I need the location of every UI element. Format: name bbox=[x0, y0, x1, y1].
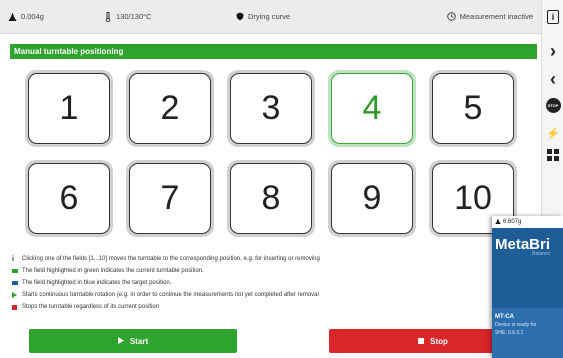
drying-curve-status[interactable]: Drying curve bbox=[204, 12, 322, 21]
position-label: 6 bbox=[28, 163, 110, 234]
panel-title: Manual turntable positioning bbox=[10, 44, 537, 59]
legend-start-text: Starts continuous turntable rotation (e.… bbox=[22, 292, 319, 298]
position-label: 1 bbox=[28, 73, 110, 144]
weight-value: 0.004g bbox=[21, 12, 44, 21]
clock-icon bbox=[446, 12, 456, 21]
stop-small-icon bbox=[12, 304, 22, 310]
card-status-line-2: SHE: 0.6.3.1 bbox=[495, 330, 524, 336]
chevron-left-icon: ‹ bbox=[550, 69, 556, 89]
balance-icon bbox=[495, 218, 501, 226]
grid-icon bbox=[547, 148, 559, 166]
power-button[interactable]: ⚡ bbox=[544, 124, 562, 142]
weight-status: 0.004g bbox=[8, 12, 104, 21]
legend-info-row: i Clicking one of the fields [1...10] mo… bbox=[12, 253, 492, 265]
card-info-panel: MT-CA Device is ready for SHE: 0.6.3.1 bbox=[492, 308, 563, 358]
position-8[interactable]: 8 bbox=[227, 160, 315, 237]
position-2[interactable]: 2 bbox=[126, 70, 214, 147]
position-label: 2 bbox=[129, 73, 211, 144]
info-icon: i bbox=[547, 10, 559, 24]
info-button[interactable]: i bbox=[544, 8, 562, 26]
play-icon bbox=[117, 336, 124, 346]
legend-blue-row: The field highlighted in blue indicates … bbox=[12, 277, 492, 289]
card-status-line-1: Device is ready for bbox=[495, 322, 537, 328]
device-overlay-card[interactable]: 6.607g MetaBri Balance MT-CA Device is r… bbox=[492, 216, 563, 358]
position-5[interactable]: 5 bbox=[429, 70, 517, 147]
stop-button-small[interactable]: STOP bbox=[544, 96, 562, 114]
position-label: 7 bbox=[129, 163, 211, 234]
back-button[interactable]: ‹ bbox=[544, 70, 562, 88]
position-4[interactable]: 4 bbox=[328, 70, 416, 147]
legend-stop-text: Stops the turntable regardless of its cu… bbox=[22, 304, 160, 310]
card-model: MT-CA bbox=[495, 314, 514, 320]
legend-green-text: The field highlighted in green indicates… bbox=[22, 268, 204, 274]
thermometer-icon bbox=[104, 11, 112, 22]
start-button[interactable]: Start bbox=[29, 329, 237, 353]
stop-icon bbox=[418, 337, 425, 346]
forward-button[interactable]: › bbox=[544, 42, 562, 60]
legend-info-text: Clicking one of the fields [1...10] move… bbox=[22, 256, 320, 262]
chevron-right-icon: › bbox=[550, 41, 556, 61]
position-7[interactable]: 7 bbox=[126, 160, 214, 237]
stop-label: Stop bbox=[430, 336, 448, 346]
position-6[interactable]: 6 bbox=[25, 160, 113, 237]
measurement-label: Measurement inactive bbox=[459, 12, 533, 21]
status-bar: 0.004g 130/130°C Drying curve Measuremen… bbox=[0, 0, 541, 34]
position-9[interactable]: 9 bbox=[328, 160, 416, 237]
temperature-status: 130/130°C bbox=[104, 11, 204, 22]
green-swatch-icon bbox=[12, 269, 22, 273]
play-small-icon bbox=[12, 292, 22, 298]
position-label: 3 bbox=[230, 73, 312, 144]
blue-swatch-icon bbox=[12, 281, 22, 285]
card-logo: MetaBri bbox=[495, 236, 551, 253]
legend-green-row: The field highlighted in green indicates… bbox=[12, 265, 492, 277]
legend-stop-row: Stops the turntable regardless of its cu… bbox=[12, 301, 492, 313]
legend: i Clicking one of the fields [1...10] mo… bbox=[12, 253, 492, 313]
legend-blue-text: The field highlighted in blue indicates … bbox=[22, 280, 172, 286]
legend-start-row: Starts continuous turntable rotation (e.… bbox=[12, 289, 492, 301]
card-weight: 6.607g bbox=[503, 219, 522, 225]
lightning-icon: ⚡ bbox=[546, 127, 560, 140]
position-label: 9 bbox=[331, 163, 413, 234]
balance-icon bbox=[8, 12, 17, 21]
card-weight-row: 6.607g bbox=[492, 216, 563, 228]
stop-badge-icon: STOP bbox=[545, 97, 561, 113]
position-label: 4 bbox=[331, 73, 413, 144]
measurement-status: Measurement inactive bbox=[322, 12, 533, 21]
info-small-icon: i bbox=[12, 255, 14, 263]
grid-menu-button[interactable] bbox=[544, 148, 562, 166]
drying-curve-label: Drying curve bbox=[247, 12, 291, 21]
start-label: Start bbox=[129, 336, 149, 346]
shield-icon bbox=[236, 12, 244, 21]
temperature-value: 130/130°C bbox=[116, 12, 152, 21]
position-label: 8 bbox=[230, 163, 312, 234]
position-label: 5 bbox=[432, 73, 514, 144]
position-3[interactable]: 3 bbox=[227, 70, 315, 147]
position-1[interactable]: 1 bbox=[25, 70, 113, 147]
